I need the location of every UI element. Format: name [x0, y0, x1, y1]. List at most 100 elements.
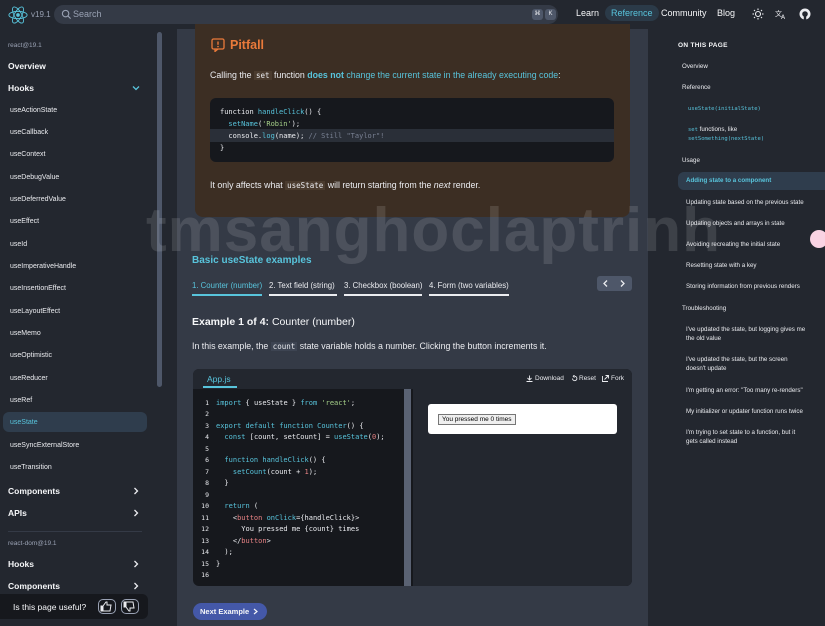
sidebar-apis[interactable]: APIs: [8, 508, 27, 518]
toc-avoiding[interactable]: Avoiding recreating the initial state: [686, 241, 780, 250]
code-line: <button onClick={handleClick}>: [216, 514, 359, 522]
toc-t2b: doesn't update: [686, 364, 727, 372]
line-number: 2: [205, 410, 209, 418]
sidebar-item-useimperativehandle[interactable]: useImperativeHandle: [10, 263, 76, 270]
code-token: >: [266, 537, 271, 545]
sidebar-item-useref[interactable]: useRef: [10, 397, 32, 404]
toc-trouble-logging[interactable]: I've updated the state, but logging give…: [686, 326, 805, 344]
code-token: return: [216, 502, 250, 510]
code-token: button: [237, 514, 263, 522]
sidebar-overview[interactable]: Overview: [8, 61, 46, 71]
code-function: log: [262, 132, 275, 140]
chevron-down-icon[interactable]: [132, 84, 140, 92]
file-tab-app-js[interactable]: App.js: [207, 374, 231, 384]
reset-button[interactable]: Reset: [579, 375, 596, 382]
code-line: return (: [216, 502, 258, 510]
chevron-right-icon[interactable]: [132, 509, 140, 517]
sidebar-item-usedeferredvalue[interactable]: useDeferredValue: [10, 196, 66, 203]
toc-adding-state[interactable]: Adding state to a component: [686, 177, 771, 186]
toc-resetting[interactable]: Resetting state with a key: [686, 262, 757, 271]
floating-pink-button[interactable]: [810, 230, 825, 248]
pitfall-bottom-em: next: [433, 180, 451, 190]
next-example-button[interactable]: Next Example: [193, 603, 267, 620]
toc-trouble-twice[interactable]: My initializer or updater function runs …: [686, 408, 803, 417]
sidebar-item-usestate[interactable]: useState: [10, 419, 38, 426]
sidebar-item-useid[interactable]: useId: [10, 241, 27, 248]
code-token: </: [216, 537, 242, 545]
sidebar-components[interactable]: Components: [8, 486, 60, 496]
chevron-left-icon[interactable]: [601, 279, 610, 288]
toc-troubleshooting[interactable]: Troubleshooting: [682, 305, 726, 314]
sidebar-hooks-dom[interactable]: Hooks: [8, 559, 34, 569]
tab-text-field[interactable]: 2. Text field (string): [269, 281, 335, 290]
toc-set-functions[interactable]: set functions, like setSomething(nextStat…: [688, 126, 764, 144]
nav-reference[interactable]: Reference: [605, 5, 659, 21]
chevron-right-icon[interactable]: [132, 560, 140, 568]
sidebar-item-uselayouteffect[interactable]: useLayoutEffect: [10, 308, 60, 315]
preview-counter-button[interactable]: You pressed me 0 times: [438, 414, 516, 425]
chevron-right-icon[interactable]: [132, 487, 140, 495]
sidebar-hooks[interactable]: Hooks: [8, 83, 34, 93]
tab-form[interactable]: 4. Form (two variables): [429, 281, 509, 290]
toc-heading: ON THIS PAGE: [678, 42, 728, 49]
nav-blog[interactable]: Blog: [717, 8, 735, 18]
tab-underline: [429, 294, 509, 296]
chevron-right-icon[interactable]: [132, 582, 140, 590]
toc-trouble-screen[interactable]: I've updated the state, but the screen do…: [686, 356, 788, 374]
sidebar-item-usedebugvalue[interactable]: useDebugValue: [10, 174, 59, 181]
sidebar-item-useinsertioneffect[interactable]: useInsertionEffect: [10, 285, 66, 292]
toc-trouble-rerenders[interactable]: I'm getting an error: "Too many re-rende…: [686, 387, 803, 396]
example-tabs: 1. Counter (number) 2. Text field (strin…: [192, 276, 632, 298]
sidebar-item-usememo[interactable]: useMemo: [10, 330, 41, 337]
sidebar-item-usesyncexternalstore[interactable]: useSyncExternalStore: [10, 442, 79, 449]
toc-overview[interactable]: Overview: [682, 63, 708, 72]
sidebar-item-usecallback[interactable]: useCallback: [10, 129, 48, 136]
pitfall-bottom-text: It only affects what useState will retur…: [210, 180, 480, 190]
toc-t2a: I've updated the state, but the screen: [686, 356, 788, 363]
github-icon[interactable]: [799, 8, 811, 20]
toc-storing[interactable]: Storing information from previous render…: [686, 283, 800, 292]
sidebar: react@19.1 Overview Hooks useActionState…: [0, 29, 164, 626]
tab-checkbox[interactable]: 3. Checkbox (boolean): [344, 281, 422, 290]
sidebar-divider: [8, 531, 142, 532]
react-logo-icon[interactable]: [8, 5, 28, 25]
toc-trouble-function[interactable]: I'm trying to set state to a function, b…: [686, 429, 795, 447]
toc-usage[interactable]: Usage: [682, 157, 700, 166]
thumbs-down-button[interactable]: [121, 599, 139, 614]
code-line: </button>: [216, 537, 271, 545]
code-line: export default function Counter() {: [216, 422, 364, 430]
pitfall-text-end: :: [558, 70, 561, 80]
fork-button[interactable]: Fork: [611, 375, 624, 382]
examples-heading[interactable]: Basic useState examples: [192, 255, 312, 266]
nav-learn[interactable]: Learn: [576, 8, 599, 18]
editor-scrollbar[interactable]: [404, 389, 411, 586]
search-input[interactable]: Search ⌘ K: [54, 5, 558, 24]
sidebar-item-useoptimistic[interactable]: useOptimistic: [10, 352, 52, 359]
sidebar-item-useactionstate[interactable]: useActionState: [10, 107, 57, 114]
line-number: 8: [205, 479, 209, 487]
chevron-right-icon[interactable]: [618, 279, 627, 288]
code-sandbox: App.js Download Reset Fork 1 2 3 4 5 6 7…: [193, 369, 632, 586]
toc-usestate[interactable]: useState(initialState): [688, 105, 761, 114]
toc-updating-previous[interactable]: Updating state based on the previous sta…: [686, 199, 804, 208]
pitfall-link[interactable]: change the current state in the already …: [344, 70, 558, 80]
sun-icon[interactable]: [752, 8, 764, 20]
line-number: 1: [205, 399, 209, 407]
code-function: setName: [220, 120, 258, 128]
sidebar-item-usecontext[interactable]: useContext: [10, 151, 45, 158]
pitfall-link-bold[interactable]: does not: [307, 70, 344, 80]
tab-counter[interactable]: 1. Counter (number): [192, 281, 262, 290]
code-text: (name);: [274, 132, 309, 140]
download-button[interactable]: Download: [535, 375, 564, 382]
sidebar-item-useeffect[interactable]: useEffect: [10, 218, 39, 225]
sidebar-item-usereducer[interactable]: useReducer: [10, 375, 48, 382]
thumbs-up-button[interactable]: [98, 599, 116, 614]
sidebar-item-usetransition[interactable]: useTransition: [10, 464, 52, 471]
toc-updating-objects[interactable]: Updating objects and arrays in state: [686, 220, 785, 229]
language-icon[interactable]: 文 A: [775, 8, 787, 20]
nav-community[interactable]: Community: [661, 8, 707, 18]
toc-reference[interactable]: Reference: [682, 84, 711, 93]
code-token: from: [300, 399, 318, 407]
sidebar-components-dom[interactable]: Components: [8, 581, 60, 591]
code-string: 'Robin': [262, 120, 292, 128]
